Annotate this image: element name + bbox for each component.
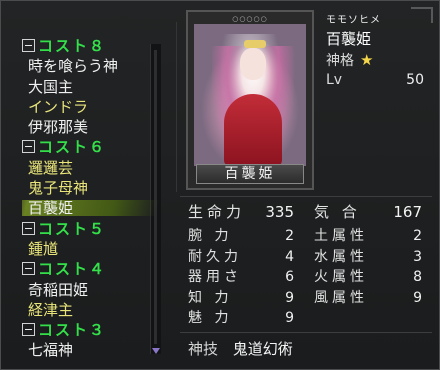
stat-row: 腕 力 2 xyxy=(188,226,294,247)
stat-value: 4 xyxy=(285,248,294,265)
portrait-crown xyxy=(244,40,266,48)
stat-label: 風属性 xyxy=(314,289,368,306)
list-item-label: コスト８ xyxy=(38,37,107,55)
stat-row: 風属性 9 xyxy=(314,288,422,309)
portrait-face xyxy=(240,48,266,80)
divine-skill: 神技 鬼道幻術 xyxy=(188,338,293,360)
stat-hp: 生命力 335 xyxy=(188,201,294,223)
card-dots: ○○○○○ xyxy=(232,15,268,23)
cost-group-header[interactable]: コスト４ xyxy=(22,259,162,279)
stat-ki: 気 合 167 xyxy=(314,201,422,223)
stat-label: 水属性 xyxy=(314,248,368,265)
stat-row: 土属性 2 xyxy=(314,226,422,247)
stat-value: 3 xyxy=(413,248,422,265)
list-item-label: 鍾馗 xyxy=(28,239,59,258)
list-item-label: 邏邏芸 xyxy=(28,158,74,177)
stat-label: 土属性 xyxy=(314,228,368,244)
stat-hp-label: 生命力 xyxy=(188,203,246,221)
stat-row: 火属性 8 xyxy=(314,267,422,288)
cost-group-header[interactable]: コスト６ xyxy=(22,137,162,157)
collapse-toggle-icon[interactable] xyxy=(22,39,35,52)
stat-value: 9 xyxy=(285,289,294,306)
list-item[interactable]: 鬼子母神 xyxy=(22,178,162,198)
element-stats: 土属性 2 水属性 3 火属性 8 風属性 9 xyxy=(314,226,422,308)
stat-label: 器用さ xyxy=(188,269,242,285)
character-info: モモソヒメ 百襲姫 神格 ★ Lv 50 xyxy=(326,14,430,90)
list-item[interactable]: 七福神 xyxy=(22,340,162,358)
rank-label: 神格 xyxy=(326,53,354,69)
list-item[interactable]: 大国主 xyxy=(22,77,162,97)
list-item-label: 経津主 xyxy=(28,300,74,319)
card-name-plate: 百襲姫 xyxy=(196,164,304,184)
portrait-card: ○○○○○ 百襲姫 xyxy=(186,10,314,190)
character-name: 百襲姫 xyxy=(326,30,372,48)
divider xyxy=(180,196,432,197)
stat-row: 水属性 3 xyxy=(314,247,422,268)
stat-row: 知 力 9 xyxy=(188,288,294,309)
rank-row: 神格 ★ xyxy=(326,50,430,70)
cost-group-header[interactable]: コスト８ xyxy=(22,36,162,56)
list-item-label: 伊邪那美 xyxy=(28,118,89,137)
list-item-label: 時を喰らう神 xyxy=(28,57,119,76)
level-label: Lv xyxy=(326,72,343,88)
skill-label: 神技 xyxy=(188,340,219,358)
stat-hp-value: 335 xyxy=(265,203,294,221)
stat-label: 魅 力 xyxy=(188,310,233,326)
cost-group-header[interactable]: コスト３ xyxy=(22,320,162,340)
portrait-dress xyxy=(224,94,282,166)
attribute-stats: 腕 力 2 耐久力 4 器用さ 6 知 力 9 魅 力 9 xyxy=(188,226,294,329)
list-item-selected[interactable]: 百襲姫 xyxy=(22,198,162,218)
stat-label: 腕 力 xyxy=(188,228,233,244)
name-reading: モモソヒメ xyxy=(326,15,381,26)
portrait-image xyxy=(194,24,306,166)
stat-value: 2 xyxy=(413,228,422,244)
list-item-label: 百襲姫 xyxy=(28,199,74,218)
stat-row: 耐久力 4 xyxy=(188,247,294,268)
stat-row: 魅 力 9 xyxy=(188,308,294,329)
stat-label: 火属性 xyxy=(314,269,368,285)
collapse-toggle-icon[interactable] xyxy=(22,140,35,154)
god-list-rows: コスト８ 時を喰らう神 大国主 インドラ伊邪那美 コスト６ 邏邏芸鬼子母神 百襲姫 コスト５ 鍾… xyxy=(22,36,162,358)
list-item-label: コスト５ xyxy=(38,219,107,238)
stat-row: 器用さ 6 xyxy=(188,267,294,288)
stat-value: 9 xyxy=(413,289,422,306)
stat-value: 2 xyxy=(285,228,294,244)
collapse-toggle-icon[interactable] xyxy=(22,262,35,276)
stat-value: 6 xyxy=(285,269,294,285)
god-list: コスト８ 時を喰らう神 大国主 インドラ伊邪那美 コスト６ 邏邏芸鬼子母神 百襲姫 コスト５ 鍾… xyxy=(22,36,162,358)
list-item[interactable]: 奇稲田姫 xyxy=(22,280,162,300)
collapse-toggle-icon[interactable] xyxy=(22,221,35,235)
skill-value: 鬼道幻術 xyxy=(232,340,293,358)
list-item[interactable]: 経津主 xyxy=(22,300,162,320)
stat-label: 知 力 xyxy=(188,289,233,306)
list-item[interactable]: 鍾馗 xyxy=(22,239,162,259)
level-row: Lv 50 xyxy=(326,70,430,90)
list-item[interactable]: 邏邏芸 xyxy=(22,158,162,178)
list-item-label: コスト３ xyxy=(38,321,107,340)
cost-group-header[interactable]: コスト５ xyxy=(22,219,162,239)
list-item-label: 鬼子母神 xyxy=(28,179,89,198)
divider xyxy=(180,332,432,333)
list-item-label: インドラ xyxy=(28,97,89,116)
stat-ki-value: 167 xyxy=(393,203,422,221)
list-item[interactable]: 伊邪那美 xyxy=(22,117,162,137)
stat-value: 8 xyxy=(413,269,422,285)
list-item-label: 七福神 xyxy=(28,341,74,358)
star-icon: ★ xyxy=(360,51,374,69)
stat-ki-label: 気 合 xyxy=(314,203,361,221)
list-item[interactable]: 時を喰らう神 xyxy=(22,56,162,76)
list-item[interactable]: インドラ xyxy=(22,97,162,117)
list-item-label: コスト６ xyxy=(38,138,107,157)
stat-value: 9 xyxy=(285,310,294,326)
list-item-label: コスト４ xyxy=(38,260,107,279)
divider xyxy=(176,22,177,192)
collapse-toggle-icon[interactable] xyxy=(22,323,35,337)
list-item-label: 奇稲田姫 xyxy=(28,280,89,299)
stat-label: 耐久力 xyxy=(188,248,242,265)
level-value: 50 xyxy=(406,72,424,88)
list-item-label: 大国主 xyxy=(28,77,74,96)
